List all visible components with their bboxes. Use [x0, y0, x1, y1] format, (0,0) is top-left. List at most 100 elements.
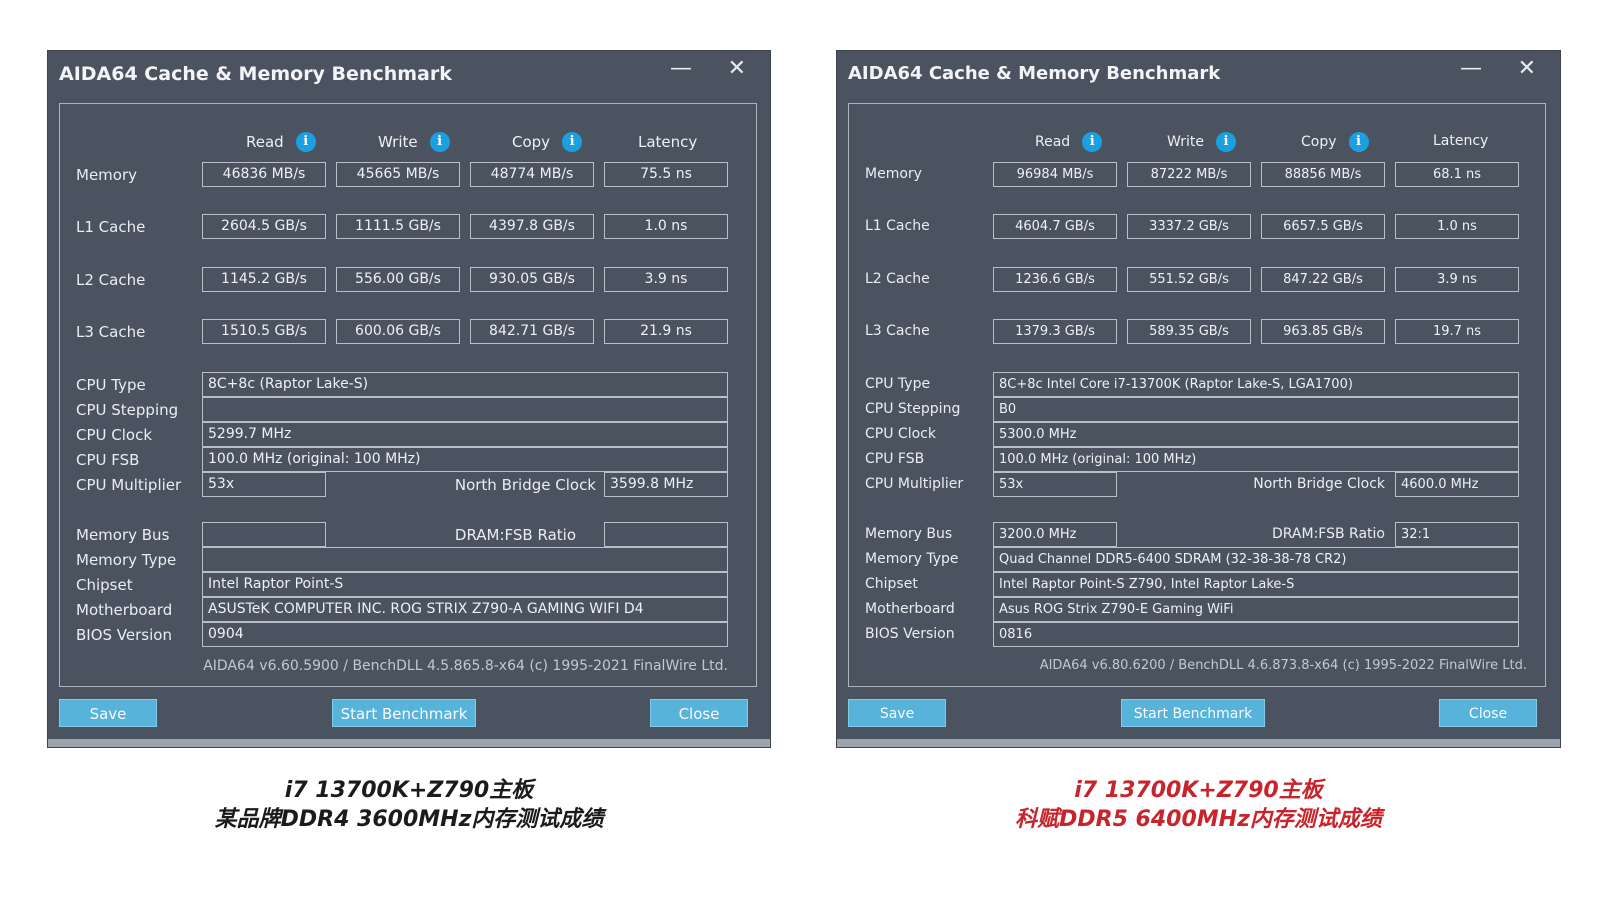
row-label-l3-cache: L3 Cache: [865, 323, 930, 339]
bios-version-label: BIOS Version: [865, 626, 955, 642]
l2-latency-value: 3.9 ns: [1395, 267, 1519, 292]
cpu-type-field: 8C+8c (Raptor Lake-S): [202, 372, 728, 397]
l1-copy-value: 4397.8 GB/s: [470, 214, 594, 239]
cpu-clock-label: CPU Clock: [76, 426, 153, 444]
info-icon[interactable]: i: [1215, 132, 1236, 152]
close-icon[interactable]: ✕: [1518, 57, 1536, 81]
info-icon[interactable]: i: [1348, 132, 1369, 152]
caption-ddr4: i7 13700K+Z790主板 某品牌DDR4 3600MHz内存测试成绩: [48, 776, 770, 834]
header-copy: Copy i: [512, 132, 583, 152]
cpu-stepping-label: CPU Stepping: [865, 401, 961, 417]
info-icon[interactable]: i: [1082, 132, 1103, 152]
bios-version-field: 0904: [202, 622, 728, 647]
l2-read-value: 1145.2 GB/s: [202, 267, 326, 292]
chipset-field: Intel Raptor Point-S: [202, 572, 728, 597]
row-label-memory: Memory: [76, 166, 138, 184]
dram-ratio-field: 32:1: [1395, 522, 1519, 547]
l2-copy-value: 930.05 GB/s: [470, 267, 594, 292]
memory-bus-field: 3200.0 MHz: [993, 522, 1117, 547]
memory-bus-field: [202, 522, 326, 547]
header-read: Read i: [246, 132, 316, 152]
info-icon[interactable]: i: [429, 132, 450, 152]
motherboard-field: Asus ROG Strix Z790-E Gaming WiFi: [993, 597, 1519, 622]
cpu-multiplier-field: 53x: [993, 472, 1117, 497]
row-label-l3-cache: L3 Cache: [76, 323, 146, 341]
memory-bus-label: Memory Bus: [76, 526, 170, 544]
cpu-clock-label: CPU Clock: [865, 426, 936, 442]
row-label-l1-cache: L1 Cache: [865, 218, 930, 234]
l1-copy-value: 6657.5 GB/s: [1261, 214, 1385, 239]
cpu-multiplier-label: CPU Multiplier: [76, 476, 182, 494]
start-benchmark-button[interactable]: Start Benchmark: [1121, 699, 1265, 727]
version-text: AIDA64 v6.60.5900 / BenchDLL 4.5.865.8-x…: [203, 658, 728, 674]
l3-latency-value: 21.9 ns: [604, 319, 728, 344]
window-title: AIDA64 Cache & Memory Benchmark: [848, 63, 1221, 84]
close-button[interactable]: Close: [650, 699, 748, 727]
benchmark-window-ddr5: AIDA64 Cache & Memory Benchmark — ✕ Read…: [837, 51, 1560, 747]
save-button[interactable]: Save: [59, 699, 157, 727]
memory-copy-value: 88856 MB/s: [1261, 162, 1385, 187]
memory-copy-value: 48774 MB/s: [470, 162, 594, 187]
title-bar: AIDA64 Cache & Memory Benchmark — ✕: [48, 51, 770, 99]
header-write: Write i: [378, 132, 450, 152]
version-text: AIDA64 v6.80.6200 / BenchDLL 4.6.873.8-x…: [1039, 658, 1527, 673]
memory-type-field: Quad Channel DDR5-6400 SDRAM (32-38-38-7…: [993, 547, 1519, 572]
dram-ratio-field: [604, 522, 728, 547]
l2-read-value: 1236.6 GB/s: [993, 267, 1117, 292]
l1-latency-value: 1.0 ns: [604, 214, 728, 239]
benchmark-window-ddr4: AIDA64 Cache & Memory Benchmark — ✕ Read…: [48, 51, 770, 747]
l3-read-value: 1510.5 GB/s: [202, 319, 326, 344]
bios-version-field: 0816: [993, 622, 1519, 647]
l3-copy-value: 842.71 GB/s: [470, 319, 594, 344]
window-title: AIDA64 Cache & Memory Benchmark: [59, 63, 452, 85]
nb-clock-field: 4600.0 MHz: [1395, 472, 1519, 497]
info-icon[interactable]: i: [562, 132, 583, 152]
memory-read-value: 46836 MB/s: [202, 162, 326, 187]
close-button[interactable]: Close: [1439, 699, 1537, 727]
nb-clock-label: North Bridge Clock: [1253, 476, 1385, 492]
cpu-type-label: CPU Type: [76, 376, 146, 394]
motherboard-field: ASUSTeK COMPUTER INC. ROG STRIX Z790-A G…: [202, 597, 728, 622]
minimize-icon[interactable]: —: [1460, 57, 1482, 81]
cpu-stepping-field: [202, 397, 728, 422]
header-read: Read i: [1035, 132, 1103, 152]
close-icon[interactable]: ✕: [728, 57, 746, 81]
cpu-fsb-label: CPU FSB: [76, 451, 140, 469]
cpu-clock-field: 5300.0 MHz: [993, 422, 1519, 447]
nb-clock-field: 3599.8 MHz: [604, 472, 728, 497]
memory-type-label: Memory Type: [76, 551, 177, 569]
l2-write-value: 556.00 GB/s: [336, 267, 460, 292]
caption-line-2: 某品牌DDR4 3600MHz内存测试成绩: [214, 807, 604, 832]
memory-type-label: Memory Type: [865, 551, 959, 567]
chipset-field: Intel Raptor Point-S Z790, Intel Raptor …: [993, 572, 1519, 597]
caption-line-1: i7 13700K+Z790主板: [1074, 778, 1323, 803]
memory-write-value: 45665 MB/s: [336, 162, 460, 187]
cpu-multiplier-label: CPU Multiplier: [865, 476, 964, 492]
cpu-fsb-field: 100.0 MHz (original: 100 MHz): [202, 447, 728, 472]
header-latency: Latency: [1433, 133, 1489, 149]
title-bar: AIDA64 Cache & Memory Benchmark — ✕: [837, 51, 1560, 99]
cpu-type-label: CPU Type: [865, 376, 931, 392]
start-benchmark-button[interactable]: Start Benchmark: [332, 699, 476, 727]
memory-latency-value: 68.1 ns: [1395, 162, 1519, 187]
cpu-type-field: 8C+8c Intel Core i7-13700K (Raptor Lake-…: [993, 372, 1519, 397]
cpu-stepping-field: B0: [993, 397, 1519, 422]
l3-write-value: 600.06 GB/s: [336, 319, 460, 344]
l1-read-value: 2604.5 GB/s: [202, 214, 326, 239]
window-bottom-strip: [48, 739, 770, 747]
motherboard-label: Motherboard: [865, 601, 955, 617]
caption-line-1: i7 13700K+Z790主板: [284, 778, 534, 803]
save-button[interactable]: Save: [848, 699, 946, 727]
l3-latency-value: 19.7 ns: [1395, 319, 1519, 344]
chipset-label: Chipset: [76, 576, 133, 594]
row-label-l2-cache: L2 Cache: [76, 271, 146, 289]
l3-read-value: 1379.3 GB/s: [993, 319, 1117, 344]
minimize-icon[interactable]: —: [670, 57, 692, 81]
memory-read-value: 96984 MB/s: [993, 162, 1117, 187]
dram-ratio-label: DRAM:FSB Ratio: [454, 526, 576, 544]
header-write: Write i: [1167, 132, 1236, 152]
l3-copy-value: 963.85 GB/s: [1261, 319, 1385, 344]
info-icon[interactable]: i: [295, 132, 316, 152]
l2-copy-value: 847.22 GB/s: [1261, 267, 1385, 292]
window-bottom-strip: [837, 739, 1560, 747]
